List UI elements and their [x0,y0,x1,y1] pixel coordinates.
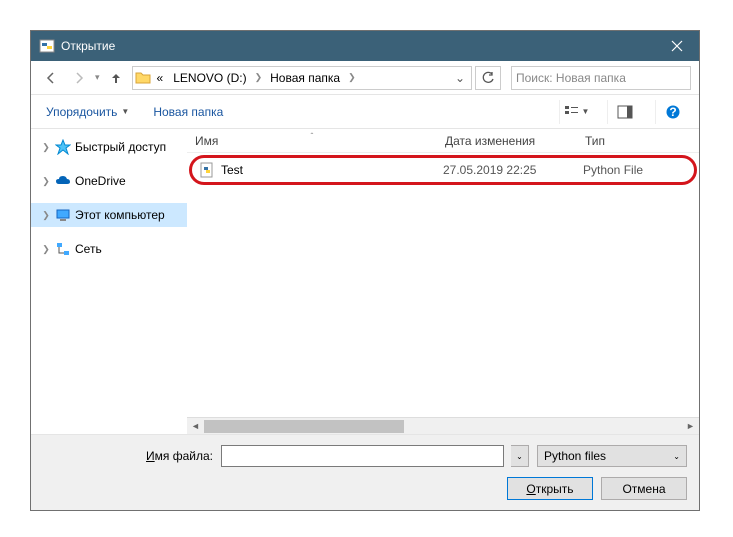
search-placeholder: Поиск: Новая папка [516,71,626,85]
nav-this-pc[interactable]: ❯ Этот компьютер [31,203,187,227]
column-date[interactable]: Дата изменения [437,134,577,148]
close-icon [671,40,683,52]
forward-button[interactable] [67,66,91,90]
sort-indicator-icon: ˆ [311,132,314,141]
app-icon [39,38,55,54]
titlebar: Открытие [31,31,699,61]
column-headers: ˆ Имя Дата изменения Тип [187,129,699,153]
organize-button[interactable]: Упорядочить ▼ [41,102,134,122]
breadcrumb-prefix[interactable]: « [153,67,168,89]
window-title: Открытие [61,39,655,53]
svg-text:?: ? [669,105,676,119]
up-button[interactable] [104,66,128,90]
navbar: ▾ « LENOVO (D:) ❯ Новая папка ❯ ⌄ Поиск:… [31,61,699,95]
file-list-pane: ˆ Имя Дата изменения Тип Test 27.05.2019… [187,129,699,434]
filename-input[interactable] [221,445,504,467]
folder-icon [135,70,151,86]
expand-icon[interactable]: ❯ [41,176,51,187]
breadcrumb-folder[interactable]: Новая папка [266,67,344,89]
address-bar[interactable]: « LENOVO (D:) ❯ Новая папка ❯ ⌄ [132,66,472,90]
content-area: ❯ Быстрый доступ ❯ OneDrive ❯ Этот компь… [31,129,699,434]
toolbar: Упорядочить ▼ Новая папка ▼ ? [31,95,699,129]
scroll-thumb[interactable] [204,420,404,433]
nav-onedrive[interactable]: ❯ OneDrive [31,169,187,193]
bottom-panel: Имя файла: ⌄ Python files ⌄ Открыть Отме… [31,434,699,510]
column-name[interactable]: ˆ Имя [187,134,437,148]
open-file-dialog: Открытие ▾ « LENOVO (D:) ❯ Новая папка ❯… [30,30,700,511]
breadcrumb-drive[interactable]: LENOVO (D:) [169,67,250,89]
cancel-button[interactable]: Отмена [601,477,687,500]
new-folder-button[interactable]: Новая папка [148,102,228,122]
dialog-buttons: Открыть Отмена [43,477,687,500]
scroll-right-button[interactable]: ► [682,418,699,435]
file-date: 27.05.2019 22:25 [443,163,583,177]
expand-icon[interactable]: ❯ [41,244,51,255]
help-icon: ? [665,104,681,120]
computer-icon [55,207,71,223]
column-type[interactable]: Тип [577,134,687,148]
nav-quick-access[interactable]: ❯ Быстрый доступ [31,135,187,159]
pane-icon [617,105,633,119]
view-icon [564,105,580,119]
navigation-pane: ❯ Быстрый доступ ❯ OneDrive ❯ Этот компь… [31,129,187,434]
chevron-right-icon: ❯ [253,72,265,83]
back-button[interactable] [39,66,63,90]
refresh-button[interactable] [475,66,501,90]
refresh-icon [481,71,495,85]
filename-row: Имя файла: ⌄ Python files ⌄ [43,445,687,467]
file-name: Test [221,163,443,177]
file-type: Python File [583,163,693,177]
search-input[interactable]: Поиск: Новая папка [511,66,691,90]
arrow-left-icon [44,71,58,85]
file-row[interactable]: Test 27.05.2019 22:25 Python File [193,159,693,181]
scroll-track[interactable] [204,418,682,435]
nav-network[interactable]: ❯ Сеть [31,237,187,261]
file-list[interactable]: Test 27.05.2019 22:25 Python File [187,153,699,417]
network-icon [55,241,71,257]
preview-pane-button[interactable] [607,100,641,124]
horizontal-scrollbar[interactable]: ◄ ► [187,417,699,434]
arrow-up-icon [109,71,123,85]
address-dropdown[interactable]: ⌄ [451,71,469,85]
recent-locations-button[interactable]: ▾ [95,72,100,83]
chevron-down-icon: ⌄ [673,452,680,461]
chevron-right-icon: ❯ [346,72,358,83]
chevron-down-icon: ▼ [121,107,129,116]
filename-history-button[interactable]: ⌄ [511,445,529,467]
star-icon [55,139,71,155]
filename-label: Имя файла: [43,449,213,463]
filetype-select[interactable]: Python files ⌄ [537,445,687,467]
view-options-button[interactable]: ▼ [559,100,593,124]
chevron-down-icon: ▼ [582,107,590,116]
expand-icon[interactable]: ❯ [41,142,51,153]
open-button[interactable]: Открыть [507,477,593,500]
arrow-right-icon [72,71,86,85]
python-file-icon [199,162,215,178]
help-button[interactable]: ? [655,100,689,124]
close-button[interactable] [655,31,699,61]
scroll-left-button[interactable]: ◄ [187,418,204,435]
expand-icon[interactable]: ❯ [41,210,51,221]
cloud-icon [55,173,71,189]
